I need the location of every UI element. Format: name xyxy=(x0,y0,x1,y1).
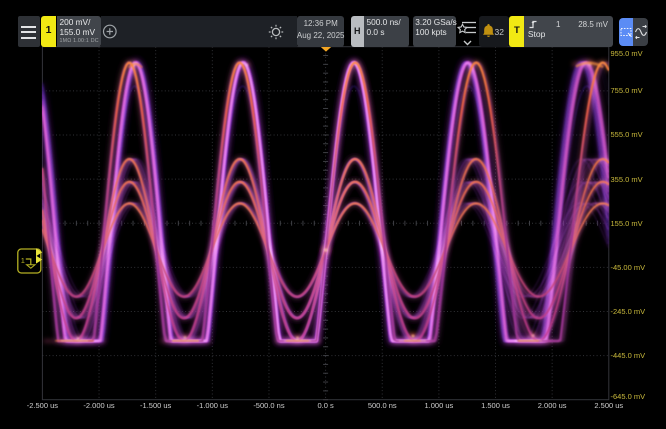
svg-text:1: 1 xyxy=(21,256,25,265)
